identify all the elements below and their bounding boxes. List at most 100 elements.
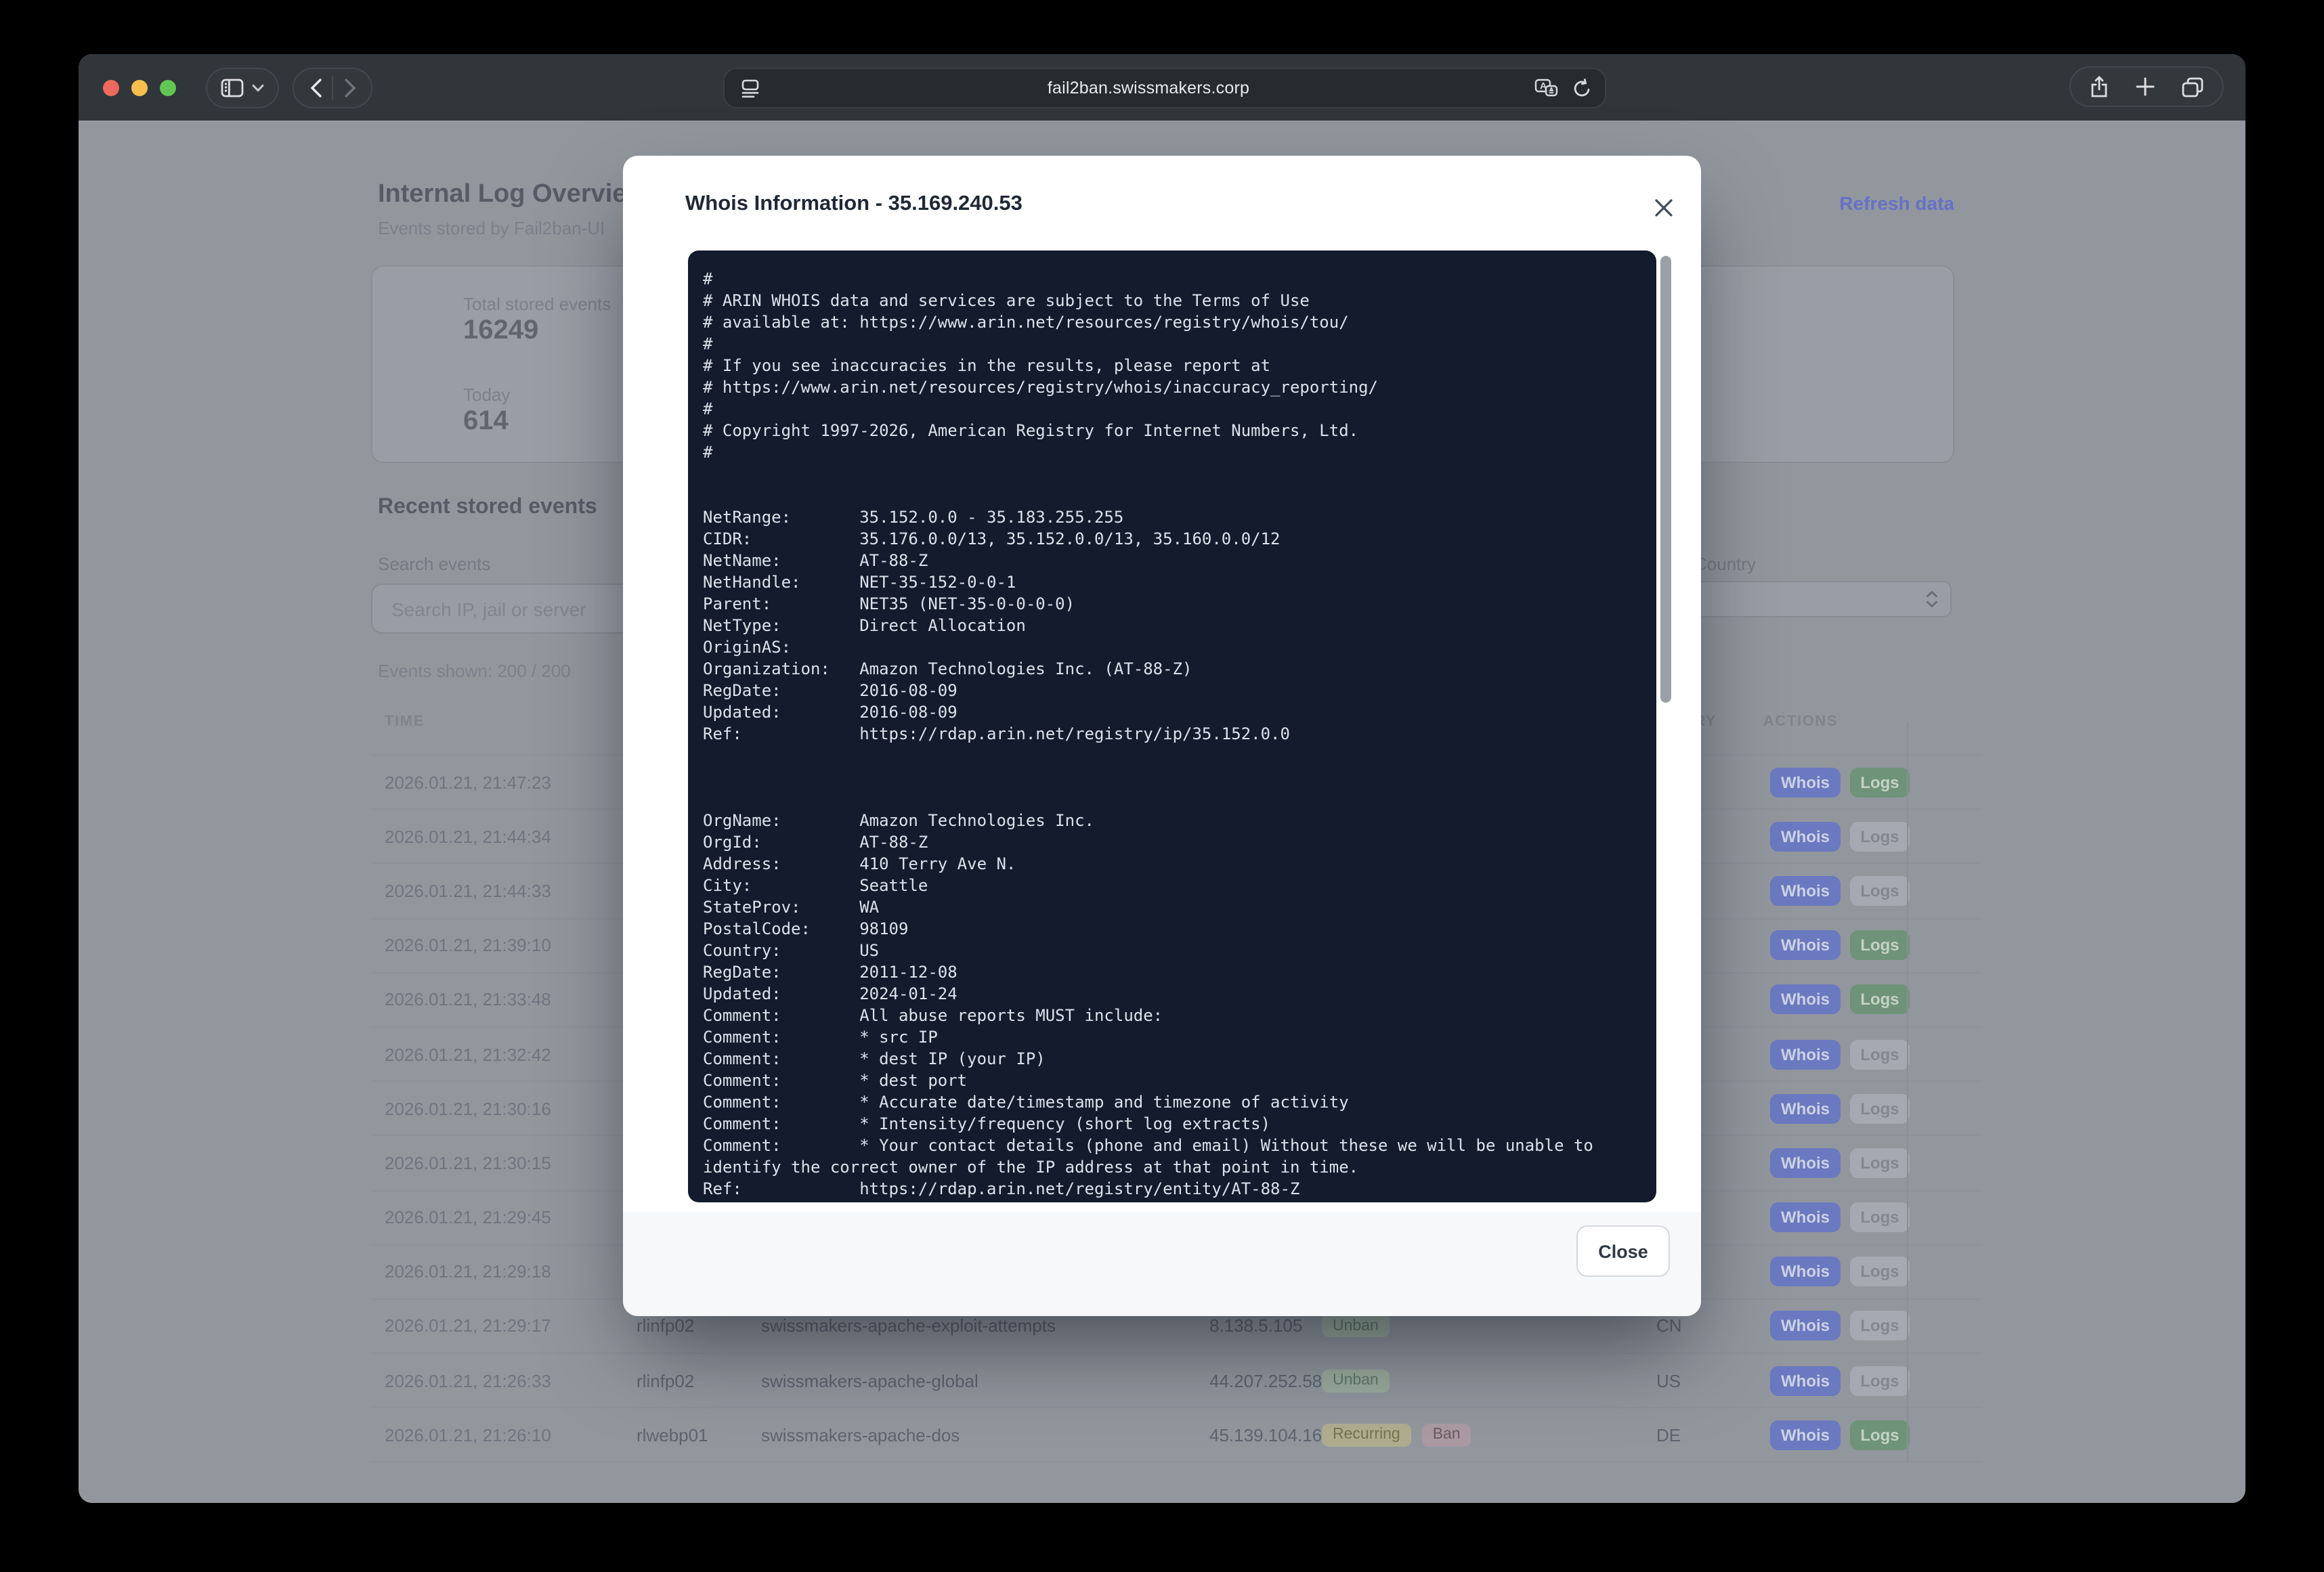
tabs-overview-icon[interactable] [2182, 77, 2203, 97]
badge-unban: Unban [1322, 1315, 1390, 1338]
cell-server: rlinfp02 [637, 1370, 694, 1391]
section-title: Recent stored events [378, 496, 597, 520]
cell-time: 2026.01.21, 21:30:15 [385, 1153, 551, 1173]
column-header-time: TIME [385, 714, 425, 730]
cell-time: 2026.01.21, 21:44:34 [385, 827, 551, 847]
terminal-scrollbar-thumb[interactable] [1660, 256, 1671, 703]
back-button[interactable] [299, 71, 332, 104]
whois-modal: Whois Information - 35.169.240.53 # # AR… [623, 156, 1701, 1316]
badge-recurring: Recurring [1322, 1424, 1411, 1447]
whois-button[interactable]: Whois [1770, 1420, 1841, 1450]
url-text: fail2ban.swissmakers.corp [762, 79, 1534, 97]
cell-country: US [1656, 1370, 1681, 1391]
cell-time: 2026.01.21, 21:29:17 [385, 1316, 551, 1336]
table-row: 2026.01.21, 21:26:10 rlwebp01 swissmaker… [371, 1407, 1981, 1462]
close-icon[interactable] [1650, 194, 1677, 221]
cell-country: CN [1656, 1316, 1682, 1336]
logs-button[interactable]: Logs [1850, 1257, 1910, 1287]
cell-time: 2026.01.21, 21:32:42 [385, 1044, 551, 1064]
screen: fail2ban.swissmakers.corp A [0, 0, 2324, 1572]
logs-button[interactable]: Logs [1850, 930, 1910, 960]
logs-button[interactable]: Logs [1850, 1366, 1910, 1395]
close-window-button[interactable] [103, 79, 119, 95]
cell-server: rlinfp02 [637, 1316, 694, 1336]
logs-button[interactable]: Logs [1850, 1420, 1910, 1450]
stat-today-value: 614 [463, 406, 509, 437]
whois-button[interactable]: Whois [1770, 822, 1841, 852]
sidebar-toggle-button[interactable] [206, 67, 279, 108]
reload-icon[interactable] [1572, 78, 1591, 98]
whois-terminal-output[interactable]: # # ARIN WHOIS data and services are sub… [688, 250, 1656, 1202]
cell-badges: Unban [1322, 1369, 1390, 1392]
browser-window: fail2ban.swissmakers.corp A [79, 54, 2245, 1503]
cell-badges: Unban [1322, 1315, 1390, 1338]
reader-icon[interactable] [741, 78, 762, 98]
logs-button[interactable]: Logs [1850, 985, 1910, 1015]
cell-server: rlwebp01 [637, 1425, 708, 1445]
table-row: 2026.01.21, 21:26:33 rlinfp02 swissmaker… [371, 1353, 1981, 1407]
refresh-data-link[interactable]: Refresh data [1839, 192, 1954, 214]
chevron-down-icon [252, 83, 264, 91]
modal-title: Whois Information - 35.169.240.53 [685, 192, 1023, 217]
logs-button[interactable]: Logs [1850, 767, 1910, 797]
cell-jail: swissmakers-apache-dos [761, 1425, 960, 1445]
column-header-actions: ACTIONS [1763, 714, 1838, 730]
badge-ban: Ban [1422, 1424, 1471, 1447]
cell-time: 2026.01.21, 21:44:33 [385, 881, 551, 901]
modal-footer: Close [623, 1212, 1701, 1316]
chevron-up-down-icon [1926, 590, 1938, 608]
whois-button[interactable]: Whois [1770, 1366, 1841, 1395]
window-controls [103, 79, 176, 95]
logs-button[interactable]: Logs [1850, 1202, 1910, 1232]
whois-button[interactable]: Whois [1770, 1257, 1841, 1287]
cell-ip: 8.138.5.105 [1209, 1316, 1302, 1336]
address-bar[interactable]: fail2ban.swissmakers.corp A [723, 68, 1606, 108]
translate-icon[interactable]: A [1534, 78, 1559, 98]
table-right-border [1907, 722, 1908, 1462]
minimize-window-button[interactable] [131, 79, 148, 95]
close-button[interactable]: Close [1576, 1225, 1670, 1277]
events-shown-text: Events shown: 200 / 200 [378, 661, 571, 681]
whois-button[interactable]: Whois [1770, 1148, 1841, 1178]
logs-button[interactable]: Logs [1850, 1148, 1910, 1178]
cell-country: DE [1656, 1425, 1681, 1445]
whois-button[interactable]: Whois [1770, 930, 1841, 960]
logs-button[interactable]: Logs [1850, 1039, 1910, 1069]
whois-button[interactable]: Whois [1770, 876, 1841, 906]
share-icon[interactable] [2090, 75, 2109, 98]
page-subtitle: Events stored by Fail2ban-UI [378, 218, 605, 238]
whois-button[interactable]: Whois [1770, 1093, 1841, 1123]
logs-button[interactable]: Logs [1850, 1093, 1910, 1123]
logs-button[interactable]: Logs [1850, 876, 1910, 906]
forward-button[interactable] [333, 71, 366, 104]
whois-button[interactable]: Whois [1770, 1039, 1841, 1069]
cell-time: 2026.01.21, 21:29:18 [385, 1262, 551, 1282]
cell-ip: 44.207.252.58 [1209, 1370, 1322, 1391]
logs-button[interactable]: Logs [1850, 1311, 1910, 1341]
table-bottom-divider [371, 1462, 1981, 1463]
navigation-buttons [293, 67, 372, 108]
whois-button[interactable]: Whois [1770, 1202, 1841, 1232]
address-bar-actions: A [1534, 78, 1591, 98]
cell-time: 2026.01.21, 21:29:45 [385, 1207, 551, 1227]
window-actions [2069, 66, 2224, 107]
whois-text: # # ARIN WHOIS data and services are sub… [688, 250, 1656, 1200]
cell-badges: Recurring Ban [1322, 1424, 1471, 1447]
stat-total-value: 16249 [463, 315, 538, 347]
new-tab-icon[interactable] [2136, 77, 2155, 96]
cell-ip: 45.139.104.168 [1209, 1425, 1332, 1445]
cell-time: 2026.01.21, 21:47:23 [385, 772, 551, 792]
zoom-window-button[interactable] [160, 79, 176, 95]
cell-time: 2026.01.21, 21:33:48 [385, 990, 551, 1010]
stat-total-label: Total stored events [463, 294, 611, 314]
badge-unban: Unban [1322, 1369, 1390, 1392]
logs-button[interactable]: Logs [1850, 822, 1910, 852]
cell-time: 2026.01.21, 21:26:10 [385, 1425, 551, 1445]
cell-time: 2026.01.21, 21:30:16 [385, 1098, 551, 1118]
whois-button[interactable]: Whois [1770, 1311, 1841, 1341]
whois-button[interactable]: Whois [1770, 767, 1841, 797]
page-title: Internal Log Overview [378, 180, 647, 210]
cell-time: 2026.01.21, 21:26:33 [385, 1370, 551, 1391]
whois-button[interactable]: Whois [1770, 985, 1841, 1015]
country-filter-label: Country [1694, 554, 1756, 574]
